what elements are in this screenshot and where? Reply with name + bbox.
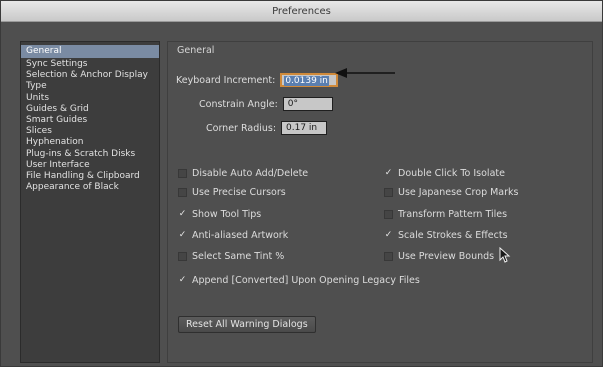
preferences-sidebar: General Sync Settings Selection & Anchor… (20, 41, 160, 363)
sidebar-item-file-handling-clipboard[interactable]: File Handling & Clipboard (21, 171, 159, 182)
show-tool-tips-option[interactable]: ✓ Show Tool Tips (178, 207, 262, 221)
same-tint-option[interactable]: Select Same Tint % (178, 249, 284, 263)
transform-pattern-checkbox[interactable] (384, 209, 393, 219)
sidebar-item-plugins-scratch-disks[interactable]: Plug-ins & Scratch Disks (21, 149, 159, 160)
disable-auto-add-option[interactable]: Disable Auto Add/Delete (178, 166, 308, 180)
precise-cursors-label: Use Precise Cursors (192, 186, 286, 198)
transform-pattern-label: Transform Pattern Tiles (398, 208, 508, 220)
sidebar-item-general[interactable]: General (21, 45, 159, 58)
sidebar-item-appearance-of-black[interactable]: Appearance of Black (21, 182, 159, 193)
preview-bounds-label: Use Preview Bounds (398, 250, 495, 262)
corner-radius-row: Corner Radius: 0.17 in (206, 120, 328, 136)
keyboard-increment-label: Keyboard Increment: (176, 74, 276, 86)
mouse-pointer-icon (499, 247, 511, 263)
scale-strokes-label: Scale Strokes & Effects (398, 229, 508, 241)
show-tool-tips-checkbox[interactable]: ✓ (178, 209, 187, 219)
show-tool-tips-label: Show Tool Tips (192, 208, 262, 220)
sidebar-item-type[interactable]: Type (21, 81, 159, 92)
general-panel: General Keyboard Increment: 0.0139 in Co… (167, 41, 593, 363)
sidebar-item-slices[interactable]: Slices (21, 126, 159, 137)
transform-pattern-option[interactable]: Transform Pattern Tiles (384, 207, 507, 221)
append-converted-checkbox[interactable]: ✓ (178, 275, 187, 285)
sidebar-item-user-interface[interactable]: User Interface (21, 160, 159, 171)
japanese-crop-checkbox[interactable] (384, 187, 393, 197)
same-tint-checkbox[interactable] (178, 251, 187, 261)
window-title: Preferences (1, 1, 602, 22)
double-click-isolate-option[interactable]: ✓ Double Click To Isolate (384, 166, 505, 180)
same-tint-label: Select Same Tint % (192, 250, 285, 262)
disable-auto-add-checkbox[interactable] (178, 168, 187, 178)
anti-aliased-label: Anti-aliased Artwork (192, 229, 289, 241)
preview-bounds-option[interactable]: Use Preview Bounds (384, 249, 494, 263)
constrain-angle-row: Constrain Angle: 0° (199, 96, 333, 112)
corner-radius-label: Corner Radius: (206, 122, 277, 134)
precise-cursors-option[interactable]: Use Precise Cursors (178, 185, 286, 199)
japanese-crop-option[interactable]: Use Japanese Crop Marks (384, 185, 519, 199)
reset-warning-dialogs-button[interactable]: Reset All Warning Dialogs (178, 316, 316, 333)
constrain-angle-field[interactable]: 0° (282, 97, 333, 111)
constrain-angle-label: Constrain Angle: (199, 98, 278, 110)
sidebar-item-selection-anchor-display[interactable]: Selection & Anchor Display (21, 70, 159, 81)
annotation-arrow-icon (335, 68, 395, 78)
disable-auto-add-label: Disable Auto Add/Delete (192, 167, 309, 179)
corner-radius-field[interactable]: 0.17 in (281, 121, 328, 135)
anti-aliased-checkbox[interactable]: ✓ (178, 230, 187, 240)
precise-cursors-checkbox[interactable] (178, 187, 187, 197)
corner-radius-value: 0.17 in (286, 123, 318, 133)
append-converted-option[interactable]: ✓ Append [Converted] Upon Opening Legacy… (178, 273, 420, 287)
sidebar-item-sync-settings[interactable]: Sync Settings (21, 59, 159, 70)
double-click-isolate-label: Double Click To Isolate (398, 167, 505, 179)
scale-strokes-checkbox[interactable]: ✓ (384, 230, 393, 240)
anti-aliased-option[interactable]: ✓ Anti-aliased Artwork (178, 228, 288, 242)
section-title: General (177, 45, 215, 56)
sidebar-item-guides-grid[interactable]: Guides & Grid (21, 104, 159, 115)
sidebar-item-hyphenation[interactable]: Hyphenation (21, 137, 159, 148)
sidebar-item-units[interactable]: Units (21, 93, 159, 104)
sidebar-item-smart-guides[interactable]: Smart Guides (21, 115, 159, 126)
preview-bounds-checkbox[interactable] (384, 251, 393, 261)
keyboard-increment-row: Keyboard Increment: 0.0139 in (176, 72, 339, 88)
double-click-isolate-checkbox[interactable]: ✓ (384, 168, 393, 178)
constrain-angle-value: 0° (287, 99, 299, 109)
append-converted-label: Append [Converted] Upon Opening Legacy F… (192, 274, 420, 286)
preferences-window: Preferences General Sync Settings Select… (0, 0, 603, 367)
japanese-crop-label: Use Japanese Crop Marks (398, 186, 519, 198)
scale-strokes-option[interactable]: ✓ Scale Strokes & Effects (384, 228, 508, 242)
keyboard-increment-field[interactable]: 0.0139 in (280, 73, 339, 87)
keyboard-increment-value: 0.0139 in (284, 76, 329, 86)
